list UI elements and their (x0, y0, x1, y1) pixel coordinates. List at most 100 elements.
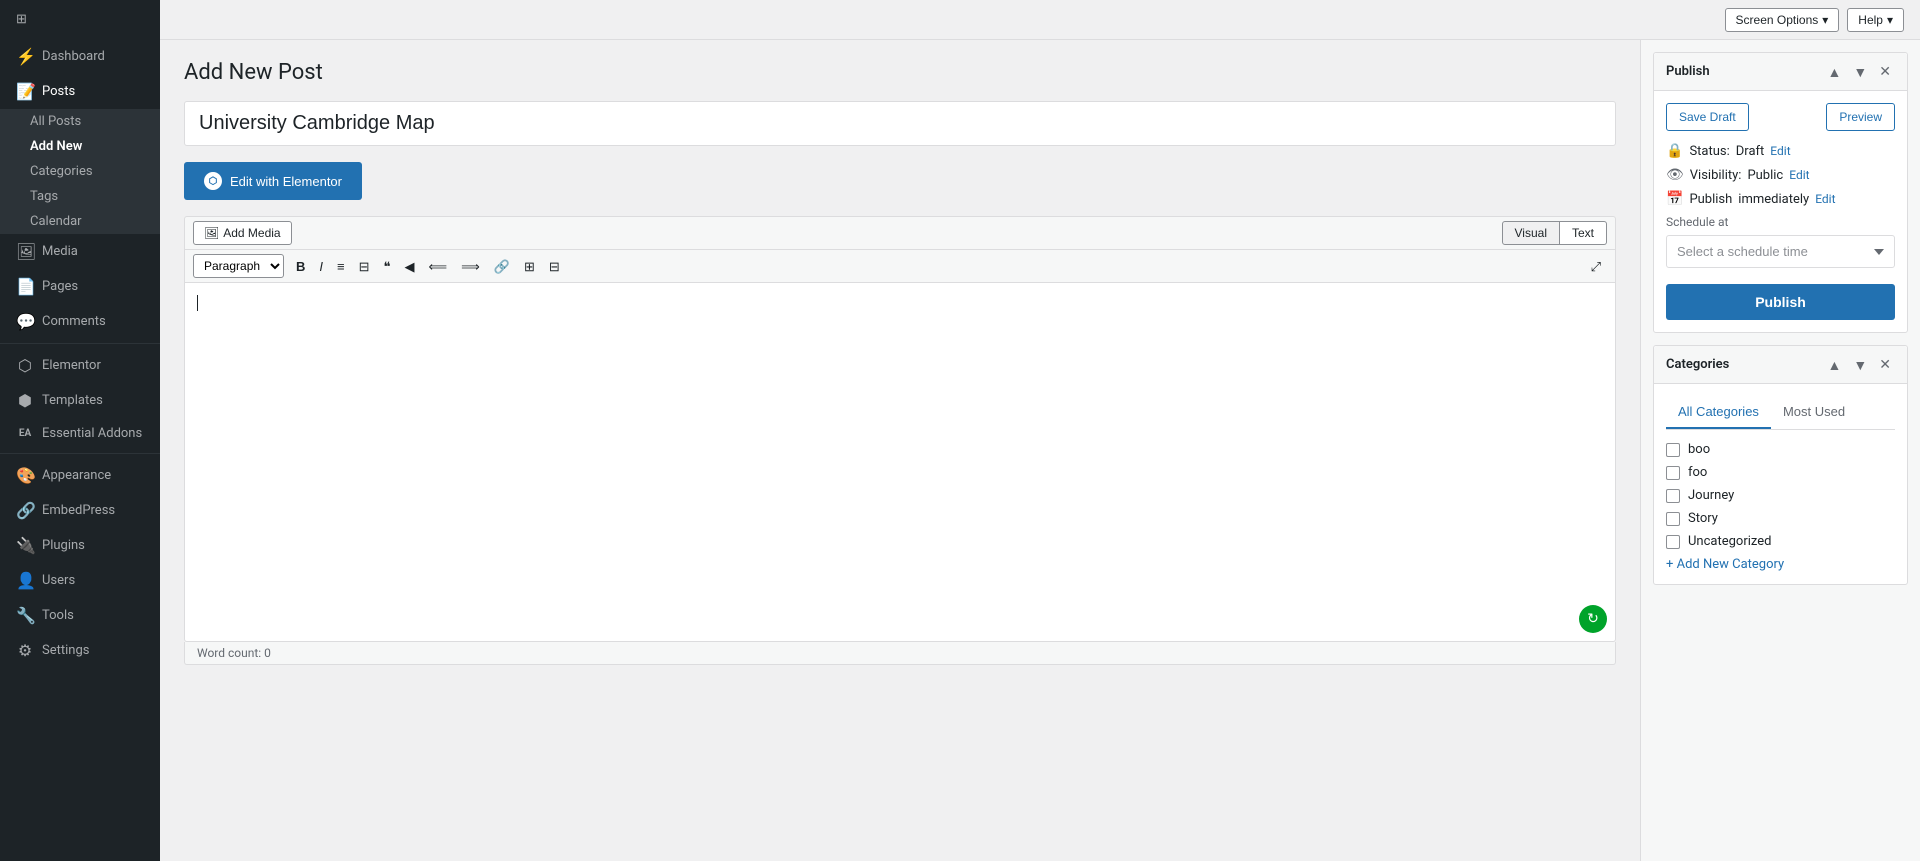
word-count-bar: Word count: 0 (184, 642, 1616, 665)
sidebar-item-label: Comments (42, 314, 106, 329)
sidebar-item-label: Pages (42, 279, 78, 294)
screen-options-button[interactable]: Screen Options ▾ (1725, 8, 1840, 32)
sidebar-item-label: EmbedPress (42, 503, 115, 518)
unordered-list-button[interactable]: ≡ (331, 256, 351, 277)
publish-time-row: 📅 Publish immediately Edit (1666, 191, 1895, 207)
categories-panel-collapse-down[interactable]: ▼ (1849, 355, 1871, 375)
sidebar-item-settings[interactable]: ⚙ Settings (0, 633, 160, 668)
refresh-icon[interactable]: ↻ (1579, 605, 1607, 633)
sidebar-sub-tags[interactable]: Tags (0, 184, 160, 209)
align-left-button[interactable]: ◀ (399, 256, 421, 277)
category-journey: Journey (1666, 488, 1895, 503)
sidebar-item-label: Dashboard (42, 49, 105, 64)
paragraph-select[interactable]: Paragraph (193, 254, 284, 278)
table-button[interactable]: ⊞ (518, 256, 541, 277)
sidebar-item-label: Media (42, 244, 78, 259)
sidebar-item-plugins[interactable]: 🔌 Plugins (0, 528, 160, 563)
visibility-value: Public (1747, 168, 1783, 183)
fullscreen-button[interactable]: ⤢ (1585, 256, 1607, 277)
publish-panel-collapse-up[interactable]: ▲ (1824, 62, 1846, 82)
sidebar-logo: ⊞ (0, 0, 160, 39)
screen-options-label: Screen Options (1736, 13, 1819, 27)
sidebar-item-media[interactable]: 🖼 Media (0, 234, 160, 269)
category-journey-checkbox[interactable] (1666, 489, 1680, 503)
publish-panel-body: Save Draft Preview 🔒 Status: Draft Edit … (1654, 91, 1907, 332)
sidebar-item-tools[interactable]: 🔧 Tools (0, 598, 160, 633)
align-center-button[interactable]: ⟸ (423, 256, 454, 277)
sidebar-item-dashboard[interactable]: ⚡ Dashboard (0, 39, 160, 74)
category-boo-checkbox[interactable] (1666, 443, 1680, 457)
categories-panel-header: Categories ▲ ▼ ✕ (1654, 346, 1907, 384)
sidebar-item-elementor[interactable]: ⬡ Elementor (0, 348, 160, 383)
link-button[interactable]: 🔗 (488, 256, 516, 277)
top-bar: Screen Options ▾ Help ▾ (160, 0, 1920, 40)
main-area: Screen Options ▾ Help ▾ Add New Post ⬡ E… (160, 0, 1920, 861)
add-media-button[interactable]: 🖼 Add Media (193, 221, 292, 245)
blockquote-button[interactable]: ❝ (378, 256, 397, 277)
schedule-select[interactable]: Select a schedule time (1666, 235, 1895, 268)
categories-panel: Categories ▲ ▼ ✕ All Categories Most Use… (1653, 345, 1908, 585)
categories-panel-close[interactable]: ✕ (1875, 354, 1895, 375)
add-media-label: Add Media (223, 226, 280, 240)
sidebar-item-templates[interactable]: ⬢ Templates (0, 383, 160, 418)
category-foo-checkbox[interactable] (1666, 466, 1680, 480)
visual-tab[interactable]: Visual (1502, 221, 1560, 245)
category-foo-label: foo (1688, 465, 1707, 480)
categories-panel-collapse-up[interactable]: ▲ (1824, 355, 1846, 375)
sidebar-item-appearance[interactable]: 🎨 Appearance (0, 458, 160, 493)
italic-button[interactable]: I (313, 256, 329, 277)
help-chevron-icon: ▾ (1887, 13, 1893, 27)
status-edit-link[interactable]: Edit (1770, 144, 1790, 158)
sidebar-sub-all-posts[interactable]: All Posts (0, 109, 160, 134)
sidebar-sub-add-new[interactable]: Add New (0, 134, 160, 159)
publish-time-edit-link[interactable]: Edit (1815, 192, 1835, 206)
sidebar-item-label: Essential Addons (42, 426, 142, 441)
post-title-input[interactable] (184, 101, 1616, 146)
sidebar-item-pages[interactable]: 📄 Pages (0, 269, 160, 304)
visibility-edit-link[interactable]: Edit (1789, 168, 1809, 182)
help-button[interactable]: Help ▾ (1847, 8, 1904, 32)
ordered-list-button[interactable]: ⊟ (353, 256, 376, 277)
category-uncategorized-checkbox[interactable] (1666, 535, 1680, 549)
publish-panel-collapse-down[interactable]: ▼ (1849, 62, 1871, 82)
sidebar-sub-calendar[interactable]: Calendar (0, 209, 160, 234)
more-button[interactable]: ⊟ (543, 256, 566, 277)
category-journey-label: Journey (1688, 488, 1734, 503)
sidebar-item-label: Posts (42, 84, 75, 99)
visibility-icon: 👁 (1666, 167, 1684, 183)
add-new-category-link[interactable]: + Add New Category (1666, 557, 1895, 572)
bold-button[interactable]: B (290, 256, 311, 277)
category-story-checkbox[interactable] (1666, 512, 1680, 526)
category-uncategorized-label: Uncategorized (1688, 534, 1771, 549)
sidebar-item-users[interactable]: 👤 Users (0, 563, 160, 598)
category-story-label: Story (1688, 511, 1718, 526)
categories-panel-icons: ▲ ▼ ✕ (1824, 354, 1895, 375)
embedpress-icon: 🔗 (16, 501, 34, 520)
sidebar-item-comments[interactable]: 💬 Comments (0, 304, 160, 339)
word-count-label: Word count: 0 (197, 646, 271, 660)
tools-icon: 🔧 (16, 606, 34, 625)
media-icon: 🖼 (16, 242, 34, 261)
screen-options-chevron-icon: ▾ (1822, 13, 1828, 27)
most-used-tab[interactable]: Most Used (1771, 396, 1857, 429)
editor-content[interactable]: ↻ (184, 282, 1616, 642)
publish-button[interactable]: Publish (1666, 284, 1895, 320)
publish-panel-close[interactable]: ✕ (1875, 61, 1895, 82)
save-draft-button[interactable]: Save Draft (1666, 103, 1749, 131)
sidebar-item-essential-addons[interactable]: EA Essential Addons (0, 418, 160, 449)
publish-panel: Publish ▲ ▼ ✕ Save Draft Preview 🔒 Statu… (1653, 52, 1908, 333)
help-label: Help (1858, 13, 1883, 27)
edit-with-elementor-button[interactable]: ⬡ Edit with Elementor (184, 162, 362, 200)
appearance-icon: 🎨 (16, 466, 34, 485)
sidebar-item-embedpress[interactable]: 🔗 EmbedPress (0, 493, 160, 528)
preview-button[interactable]: Preview (1826, 103, 1895, 131)
sidebar-sub-categories[interactable]: Categories (0, 159, 160, 184)
sidebar-item-posts[interactable]: 📝 Posts (0, 74, 160, 109)
text-tab[interactable]: Text (1560, 221, 1607, 245)
editor-cursor (197, 295, 198, 311)
publish-time-value: immediately (1738, 192, 1809, 207)
users-icon: 👤 (16, 571, 34, 590)
align-right-button[interactable]: ⟹ (455, 256, 486, 277)
all-categories-tab[interactable]: All Categories (1666, 396, 1771, 429)
categories-panel-title: Categories (1666, 357, 1824, 372)
